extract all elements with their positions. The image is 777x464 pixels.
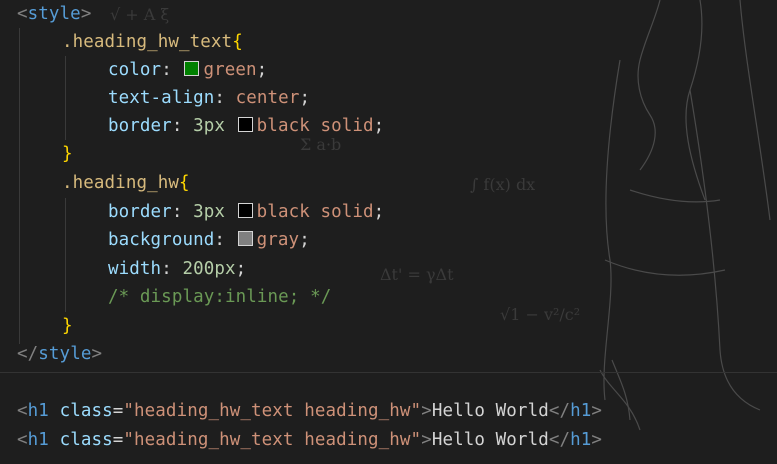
open-brace: { [232, 32, 243, 52]
angle-bracket: </ [548, 401, 571, 421]
code-line-selector: .heading_hw_text{ [62, 28, 243, 56]
h1-tag: h1 [570, 430, 592, 450]
open-brace: { [179, 173, 190, 193]
code-line-close-brace: } [62, 140, 73, 168]
indent-guide [19, 28, 20, 344]
colon: : [171, 202, 183, 222]
css-property: text-align [108, 88, 215, 108]
code-line-style-open: <style> [17, 0, 91, 28]
css-property: background [108, 230, 215, 250]
colon: : [214, 88, 225, 108]
h1-tag: h1 [27, 401, 49, 421]
css-property: border [108, 116, 172, 136]
colon: : [161, 259, 172, 279]
semicolon: ; [256, 60, 268, 80]
code-line-declaration: background: gray; [108, 226, 310, 254]
css-value: black solid [256, 202, 374, 222]
css-selector: .heading_hw [62, 173, 179, 193]
code-line-h1: <h1 class="heading_hw_text heading_hw">H… [17, 426, 602, 454]
css-property: color [108, 60, 162, 80]
angle-bracket: </ [548, 430, 571, 450]
angle-bracket: > [591, 401, 603, 421]
angle-bracket: < [17, 4, 28, 24]
color-swatch-icon[interactable] [237, 203, 253, 218]
style-tag: style [38, 344, 92, 364]
css-number: 200px [182, 259, 236, 279]
code-line-declaration: width: 200px; [108, 255, 246, 283]
angle-bracket: < [17, 401, 28, 421]
close-brace: } [62, 316, 73, 336]
angle-bracket: </ [17, 344, 39, 364]
color-swatch-icon[interactable] [184, 61, 200, 76]
semicolon: ; [373, 202, 385, 222]
colon: : [161, 60, 172, 80]
element-text: Hello World [431, 401, 549, 421]
attribute-value: "heading_hw_text heading_hw" [123, 401, 422, 421]
separator [0, 372, 777, 373]
code-line-declaration: text-align: center; [108, 84, 310, 112]
angle-bracket: > [80, 4, 92, 24]
code-line-style-close: </style> [17, 340, 102, 368]
h1-tag: h1 [27, 430, 49, 450]
angle-bracket: > [91, 344, 103, 364]
angle-bracket: > [591, 430, 603, 450]
colon: : [214, 230, 225, 250]
css-value: center [235, 88, 300, 108]
css-selector: .heading_hw_text [62, 32, 233, 52]
css-comment: /* display:inline; */ [108, 287, 332, 307]
angle-bracket: < [17, 430, 28, 450]
semicolon: ; [299, 230, 310, 250]
css-property: width [108, 259, 162, 279]
attribute-value: "heading_hw_text heading_hw" [123, 430, 422, 450]
equals: = [112, 401, 124, 421]
h1-tag: h1 [570, 401, 592, 421]
attribute-name: class [59, 430, 113, 450]
color-swatch-icon[interactable] [237, 231, 253, 246]
close-brace: } [62, 144, 73, 164]
semicolon: ; [299, 88, 311, 108]
code-line-close-brace: } [62, 312, 73, 340]
css-number: 3px [193, 202, 226, 222]
code-line-declaration: color: green; [108, 56, 267, 84]
code-line-selector: .heading_hw{ [62, 169, 190, 197]
css-property: border [108, 202, 172, 222]
element-text: Hello World [431, 430, 549, 450]
css-number: 3px [193, 116, 226, 136]
style-tag: style [27, 4, 81, 24]
css-value: gray [256, 230, 300, 250]
semicolon: ; [235, 259, 247, 279]
colon: : [171, 116, 183, 136]
indent-guide [65, 198, 66, 312]
semicolon: ; [373, 116, 385, 136]
code-line-comment: /* display:inline; */ [108, 283, 331, 311]
equals: = [112, 430, 124, 450]
angle-bracket: > [421, 430, 432, 450]
attribute-name: class [59, 401, 113, 421]
code-line-declaration: border: 3px black solid; [108, 112, 384, 140]
css-value: black solid [256, 116, 374, 136]
color-swatch-icon[interactable] [237, 117, 253, 132]
code-line-h1: <h1 class="heading_hw_text heading_hw">H… [17, 397, 602, 425]
css-value: green [203, 60, 257, 80]
indent-guide [65, 56, 66, 140]
code-editor[interactable]: <style> .heading_hw_text{ color: green; … [0, 0, 777, 464]
angle-bracket: > [421, 401, 432, 421]
code-line-declaration: border: 3px black solid; [108, 198, 384, 226]
